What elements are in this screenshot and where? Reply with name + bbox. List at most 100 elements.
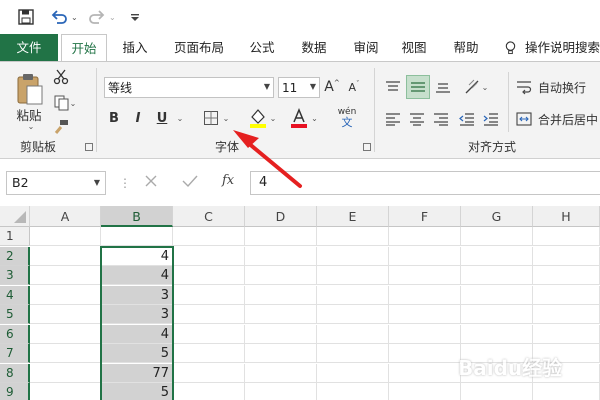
cell[interactable]	[30, 227, 101, 246]
font-size-combo[interactable]: 11 ▼	[278, 77, 320, 98]
tab-file[interactable]: 文件	[0, 34, 58, 61]
align-top-button[interactable]	[382, 76, 404, 98]
cell-b6[interactable]: 4	[101, 324, 173, 344]
copy-button[interactable]: ⌄	[50, 94, 80, 112]
cell[interactable]	[533, 246, 600, 266]
column-header-h[interactable]: H	[533, 206, 600, 227]
cancel-entry-button[interactable]	[144, 174, 158, 191]
cell[interactable]	[533, 266, 600, 285]
chevron-down-icon[interactable]: ⌄	[175, 112, 185, 124]
cell[interactable]	[533, 383, 600, 400]
formula-bar-grip-icon[interactable]: ⋮	[119, 176, 131, 190]
wrap-text-button[interactable]: 自动换行	[516, 76, 600, 98]
cell[interactable]	[317, 344, 389, 363]
cell[interactable]	[317, 227, 389, 246]
font-color-button[interactable]: ⌄	[286, 106, 322, 130]
tab-view[interactable]: 视图	[394, 34, 434, 61]
increase-indent-button[interactable]	[480, 108, 502, 130]
cell[interactable]	[461, 246, 533, 266]
align-left-button[interactable]	[382, 108, 404, 130]
tell-me-search[interactable]: 操作说明搜索	[504, 34, 600, 61]
tab-review[interactable]: 审阅	[344, 34, 388, 61]
redo-button[interactable]: ⌄	[88, 0, 116, 34]
cell[interactable]	[173, 324, 245, 344]
cell[interactable]	[30, 266, 101, 285]
cell[interactable]	[173, 363, 245, 383]
column-header-b[interactable]: B	[101, 206, 173, 227]
font-launcher[interactable]	[363, 143, 371, 151]
cell[interactable]	[461, 324, 533, 344]
cut-button[interactable]	[52, 68, 70, 86]
chevron-down-icon[interactable]: ⌄	[26, 122, 36, 131]
row-header[interactable]: 4	[0, 285, 30, 305]
tab-page-layout[interactable]: 页面布局	[166, 34, 232, 61]
cell[interactable]	[317, 383, 389, 400]
cell[interactable]	[317, 266, 389, 285]
row-header[interactable]: 5	[0, 305, 30, 324]
italic-button[interactable]: I	[130, 108, 146, 128]
row-header[interactable]: 2	[0, 246, 30, 266]
font-name-combo[interactable]: 等线 ▼	[104, 77, 274, 98]
cell[interactable]	[173, 227, 245, 246]
cell[interactable]	[317, 324, 389, 344]
cell[interactable]	[461, 227, 533, 246]
cell-b7[interactable]: 5	[101, 344, 173, 363]
cell[interactable]	[317, 305, 389, 324]
cell-b1[interactable]	[101, 227, 173, 246]
cell-b5[interactable]: 3	[101, 305, 173, 324]
cell[interactable]	[173, 305, 245, 324]
cell-b4[interactable]: 3	[101, 285, 173, 305]
align-middle-button[interactable]	[406, 75, 430, 99]
cell[interactable]	[245, 305, 317, 324]
borders-button[interactable]: ⌄	[198, 108, 234, 128]
cell[interactable]	[245, 266, 317, 285]
row-header[interactable]: 9	[0, 383, 30, 400]
cell[interactable]	[461, 305, 533, 324]
cell[interactable]	[30, 305, 101, 324]
underline-button[interactable]: U	[154, 108, 170, 128]
cell[interactable]	[173, 344, 245, 363]
decrease-indent-button[interactable]	[456, 108, 478, 130]
column-header-g[interactable]: G	[461, 206, 533, 227]
cell[interactable]	[389, 266, 461, 285]
name-box[interactable]: B2 ▼	[6, 171, 106, 195]
align-right-button[interactable]	[430, 108, 452, 130]
row-header[interactable]: 7	[0, 344, 30, 363]
cell[interactable]	[30, 383, 101, 400]
cell[interactable]	[173, 383, 245, 400]
cell[interactable]	[245, 344, 317, 363]
save-button[interactable]	[18, 0, 34, 34]
tab-home[interactable]: 开始	[61, 34, 107, 62]
cell[interactable]	[245, 246, 317, 266]
cell[interactable]	[461, 383, 533, 400]
cell-b9[interactable]: 5	[101, 383, 173, 400]
paste-button[interactable]	[12, 70, 48, 108]
format-painter-button[interactable]	[52, 118, 70, 136]
cell[interactable]	[317, 363, 389, 383]
cell[interactable]	[245, 363, 317, 383]
orientation-button[interactable]: ⌄	[458, 76, 494, 98]
tab-formulas[interactable]: 公式	[240, 34, 284, 61]
cell[interactable]	[317, 246, 389, 266]
cell[interactable]	[245, 227, 317, 246]
cell[interactable]	[30, 246, 101, 266]
row-header[interactable]: 6	[0, 324, 30, 344]
cell[interactable]	[533, 305, 600, 324]
cell[interactable]	[245, 383, 317, 400]
align-bottom-button[interactable]	[432, 76, 454, 98]
column-header-f[interactable]: F	[389, 206, 461, 227]
column-header-e[interactable]: E	[317, 206, 389, 227]
cell[interactable]	[389, 363, 461, 383]
cell[interactable]	[389, 285, 461, 305]
fill-color-button[interactable]: ⌄	[244, 106, 280, 130]
cell[interactable]	[389, 246, 461, 266]
cell[interactable]	[173, 246, 245, 266]
row-header[interactable]: 1	[0, 227, 30, 246]
undo-button[interactable]: ⌄	[50, 0, 78, 34]
column-header-a[interactable]: A	[30, 206, 101, 227]
cell[interactable]	[533, 324, 600, 344]
cell[interactable]	[389, 383, 461, 400]
bold-button[interactable]: B	[106, 108, 122, 128]
cell[interactable]	[317, 285, 389, 305]
align-center-button[interactable]	[406, 108, 428, 130]
